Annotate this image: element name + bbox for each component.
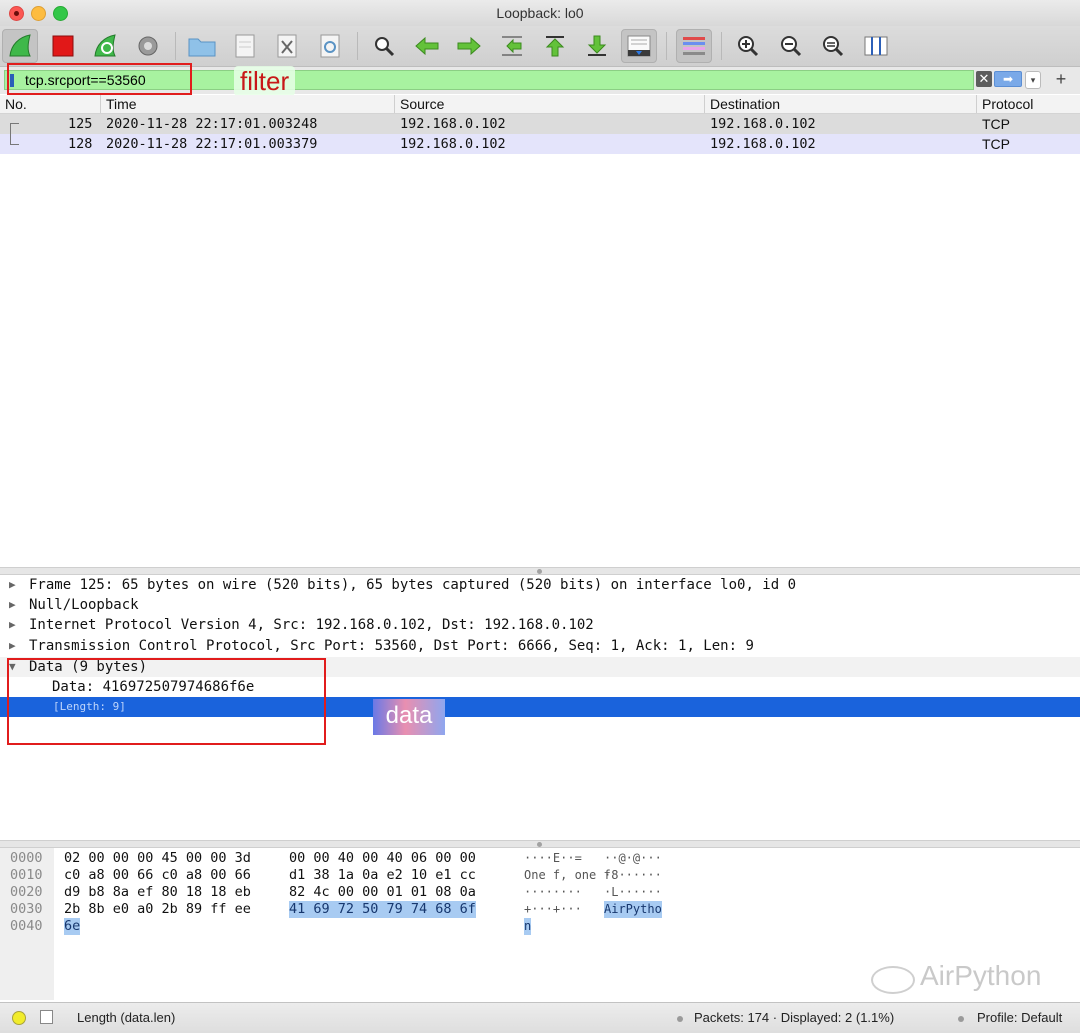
detail-row-frame[interactable]: ▶ Frame 125: 65 bytes on wire (520 bits)… <box>0 575 1080 595</box>
find-packet-magnifier-icon[interactable] <box>366 29 402 63</box>
packet-row[interactable]: 128 2020-11-28 22:17:01.003379 192.168.0… <box>0 134 1080 154</box>
data-annotation: data <box>373 699 445 735</box>
selected-bytes: 6e <box>64 918 81 935</box>
packet-list: No. Time Source Destination Protocol 125… <box>0 95 1080 568</box>
title-bar: Loopback: lo0 <box>0 0 1080 26</box>
filter-highlight-box <box>7 63 192 95</box>
close-window-button[interactable] <box>9 6 24 21</box>
status-separator-dot <box>677 1016 683 1022</box>
apply-filter-arrow-icon[interactable]: ➡ <box>994 71 1022 87</box>
clear-filter-icon[interactable]: ✕ <box>976 71 992 87</box>
status-selected-field: Length (data.len) <box>77 1010 176 1025</box>
save-file-icon[interactable] <box>227 29 263 63</box>
column-header-time[interactable]: Time <box>100 95 394 113</box>
stop-capture-icon[interactable] <box>45 29 81 63</box>
detail-row-loopback[interactable]: ▶ Null/Loopback <box>0 595 1080 615</box>
zoom-out-icon[interactable] <box>773 29 809 63</box>
recent-filters-dropdown-icon[interactable]: ▾ <box>1025 71 1041 89</box>
expand-triangle-icon[interactable]: ▶ <box>9 636 16 656</box>
minimize-window-button[interactable] <box>31 6 46 21</box>
detail-row-tcp[interactable]: ▶ Transmission Control Protocol, Src Por… <box>0 636 1080 656</box>
window-title: Loopback: lo0 <box>496 5 584 21</box>
column-header-no[interactable]: No. <box>0 95 100 113</box>
packet-protocol: TCP <box>982 136 1010 152</box>
bytes-row[interactable]: 0040 6e n <box>0 918 1080 935</box>
packet-protocol: TCP <box>982 116 1010 132</box>
expert-info-led-icon[interactable] <box>12 1011 26 1025</box>
column-header-source[interactable]: Source <box>394 95 704 113</box>
capture-options-gear-icon[interactable] <box>130 29 166 63</box>
status-separator-dot <box>958 1016 964 1022</box>
detail-row-ip[interactable]: ▶ Internet Protocol Version 4, Src: 192.… <box>0 615 1080 635</box>
add-filter-button[interactable]: + <box>1052 68 1070 90</box>
status-packet-count: Packets: 174 · Displayed: 2 (1.1%) <box>694 1010 895 1025</box>
packet-source: 192.168.0.102 <box>400 136 506 152</box>
pane-splitter[interactable] <box>0 567 1080 575</box>
main-toolbar <box>0 26 1080 67</box>
column-header-destination[interactable]: Destination <box>704 95 976 113</box>
selected-ascii: AirPytho <box>604 901 662 918</box>
status-bar: Length (data.len) Packets: 174 · Display… <box>0 1002 1080 1033</box>
packet-destination: 192.168.0.102 <box>710 136 816 152</box>
packet-time: 2020-11-28 22:17:01.003379 <box>106 136 318 152</box>
selected-bytes: 41 69 72 50 79 74 68 6f <box>289 901 476 918</box>
packet-source: 192.168.0.102 <box>400 116 506 132</box>
zoom-window-button[interactable] <box>53 6 68 21</box>
open-file-folder-icon[interactable] <box>184 29 220 63</box>
expand-triangle-icon[interactable]: ▶ <box>9 615 16 635</box>
start-capture-icon[interactable] <box>2 29 38 63</box>
resize-columns-icon[interactable] <box>858 29 894 63</box>
bytes-row[interactable]: 0020 d9 b8 8a ef 80 18 18 eb 82 4c 00 00… <box>0 884 1080 901</box>
expand-triangle-icon[interactable]: ▶ <box>9 575 16 595</box>
packet-list-header: No. Time Source Destination Protocol <box>0 95 1080 114</box>
data-highlight-box <box>7 658 326 745</box>
capture-comment-edit-icon[interactable] <box>40 1010 53 1024</box>
status-profile[interactable]: Profile: Default <box>977 1003 1062 1033</box>
column-header-protocol[interactable]: Protocol <box>976 95 1080 113</box>
selected-ascii: n <box>524 918 532 935</box>
normal-size-icon[interactable] <box>815 29 851 63</box>
zoom-in-icon[interactable] <box>730 29 766 63</box>
go-forward-arrow-icon[interactable] <box>451 29 487 63</box>
packet-destination: 192.168.0.102 <box>710 116 816 132</box>
auto-scroll-icon[interactable] <box>621 29 657 63</box>
bytes-row[interactable]: 0000 02 00 00 00 45 00 00 3d 00 00 40 00… <box>0 850 1080 867</box>
packet-bytes-pane: 0000 02 00 00 00 45 00 00 3d 00 00 40 00… <box>0 848 1080 1000</box>
related-packet-bracket-icon <box>10 134 19 145</box>
reload-file-icon[interactable] <box>312 29 348 63</box>
restart-capture-icon[interactable] <box>87 29 123 63</box>
packet-time: 2020-11-28 22:17:01.003248 <box>106 116 318 132</box>
bytes-row[interactable]: 0010 c0 a8 00 66 c0 a8 00 66 d1 38 1a 0a… <box>0 867 1080 884</box>
close-file-icon[interactable] <box>269 29 305 63</box>
watermark: AirPython <box>920 960 1042 991</box>
colorize-icon[interactable] <box>676 29 712 63</box>
go-back-arrow-icon[interactable] <box>409 29 445 63</box>
go-last-packet-icon[interactable] <box>579 29 615 63</box>
bytes-row[interactable]: 0030 2b 8b e0 a0 2b 89 ff ee 41 69 72 50… <box>0 901 1080 918</box>
expand-triangle-icon[interactable]: ▶ <box>9 595 16 615</box>
wechat-logo-icon <box>871 966 915 994</box>
packet-no: 125 <box>68 116 93 132</box>
packet-no: 128 <box>68 136 93 152</box>
packet-row[interactable]: 125 2020-11-28 22:17:01.003248 192.168.0… <box>0 114 1080 135</box>
pane-splitter[interactable] <box>0 840 1080 848</box>
filter-annotation: filter <box>234 66 296 96</box>
go-to-packet-icon[interactable] <box>494 29 530 63</box>
go-first-packet-icon[interactable] <box>537 29 573 63</box>
